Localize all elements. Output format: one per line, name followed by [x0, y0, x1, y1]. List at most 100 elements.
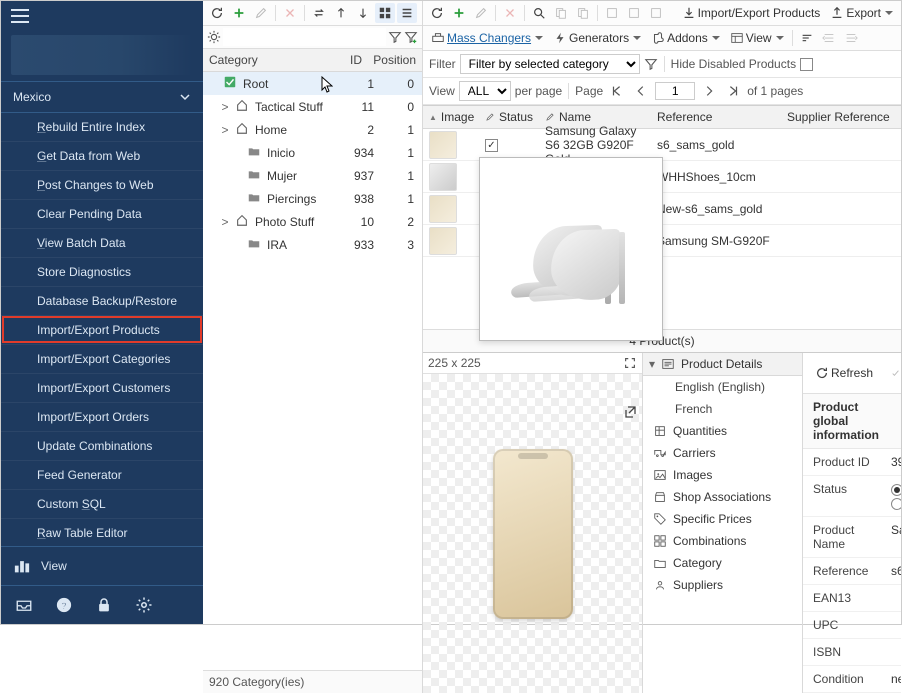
indent-right-button[interactable]: [841, 28, 861, 48]
sidebar-item[interactable]: Store Diagnostics: [1, 257, 203, 286]
refresh-detail-button[interactable]: Refresh: [811, 364, 877, 382]
page-first-button[interactable]: [607, 81, 627, 101]
sidebar-item[interactable]: Import/Export Orders: [1, 402, 203, 431]
filter-icon[interactable]: [644, 57, 658, 71]
category-row[interactable]: >Home21: [203, 118, 422, 141]
detail-nav-item[interactable]: Shop Associations: [643, 486, 802, 508]
category-row[interactable]: >Tactical Stuff110: [203, 95, 422, 118]
gear-icon[interactable]: [135, 596, 153, 614]
import-export-button[interactable]: Import/Export Products: [678, 4, 825, 22]
sidebar-item[interactable]: Custom SQL: [1, 489, 203, 518]
lock-icon[interactable]: [95, 596, 113, 614]
view-menu-button[interactable]: View: [726, 29, 788, 47]
delete-button[interactable]: [500, 3, 520, 23]
task1-button[interactable]: [602, 3, 622, 23]
category-row[interactable]: Root10: [203, 72, 422, 95]
category-tree[interactable]: Root10>Tactical Stuff110>Home21Inicio934…: [203, 72, 422, 670]
col-image[interactable]: ▲Image: [423, 106, 479, 128]
page-last-button[interactable]: [723, 81, 743, 101]
col-position[interactable]: Position: [366, 49, 422, 71]
move-down-button[interactable]: [353, 3, 373, 23]
col-id[interactable]: ID: [316, 49, 366, 71]
sidebar-item[interactable]: View Batch Data: [1, 228, 203, 257]
indent-left-button[interactable]: [819, 28, 839, 48]
detail-nav-item[interactable]: Quantities: [643, 420, 802, 442]
category-row[interactable]: Piercings9381: [203, 187, 422, 210]
move-up-button[interactable]: [331, 3, 351, 23]
mass-changers-menu[interactable]: Mass Changers: [427, 29, 547, 47]
filter-add-icon[interactable]: [404, 30, 418, 44]
preview-canvas[interactable]: [423, 374, 642, 693]
sort-button[interactable]: [797, 28, 817, 48]
edit-button[interactable]: [471, 3, 491, 23]
generators-menu[interactable]: Generators: [549, 29, 645, 47]
menu-toggle[interactable]: [11, 9, 29, 23]
clone-button[interactable]: [573, 3, 593, 23]
expand-icon[interactable]: [623, 356, 637, 370]
detail-nav-item[interactable]: English (English): [643, 376, 802, 398]
export-button[interactable]: Export: [826, 4, 897, 22]
detail-nav-head[interactable]: ▾ Product Details: [643, 353, 802, 376]
gear-icon[interactable]: [207, 30, 221, 44]
filter-select[interactable]: Filter by selected category: [460, 54, 640, 74]
sidebar-item[interactable]: Import/Export Products: [1, 315, 203, 344]
refresh-button[interactable]: [207, 3, 227, 23]
apply-changes-button[interactable]: Apply Changes: [887, 357, 902, 389]
col-category[interactable]: Category: [203, 49, 316, 71]
property-row[interactable]: EAN13: [803, 585, 901, 612]
edit-button[interactable]: [251, 3, 271, 23]
task2-button[interactable]: [624, 3, 644, 23]
delete-button[interactable]: [280, 3, 300, 23]
add-button[interactable]: [449, 3, 469, 23]
add-button[interactable]: [229, 3, 249, 23]
view-menu[interactable]: View: [1, 546, 203, 585]
status-checkbox[interactable]: [485, 139, 498, 152]
col-status[interactable]: Status: [479, 106, 539, 128]
col-supplier-reference[interactable]: Supplier Reference: [781, 106, 901, 128]
sidebar-item[interactable]: Feed Generator: [1, 460, 203, 489]
popout-icon[interactable]: [622, 404, 638, 420]
copy-button[interactable]: [551, 3, 571, 23]
search-button[interactable]: [529, 3, 549, 23]
view-select[interactable]: ALL: [459, 81, 511, 101]
store-selector[interactable]: Mexico: [1, 81, 203, 113]
list-button[interactable]: [397, 3, 417, 23]
product-table-body[interactable]: Samsung Galaxy S6 32GB G920F Golds6_sams…: [423, 129, 901, 329]
category-row[interactable]: Inicio9341: [203, 141, 422, 164]
page-input[interactable]: [655, 82, 695, 100]
grid-button[interactable]: [375, 3, 395, 23]
detail-nav-item[interactable]: Suppliers: [643, 574, 802, 596]
sync-button[interactable]: [309, 3, 329, 23]
addons-menu[interactable]: Addons: [647, 29, 724, 47]
detail-nav-item[interactable]: Category: [643, 552, 802, 574]
property-row[interactable]: Conditionnew: [803, 666, 901, 693]
category-row[interactable]: >Photo Stuff102: [203, 210, 422, 233]
detail-nav-item[interactable]: Images: [643, 464, 802, 486]
col-reference[interactable]: Reference: [651, 106, 781, 128]
sidebar-item[interactable]: Update Combinations: [1, 431, 203, 460]
property-row[interactable]: StatusEnabledDisabled: [803, 476, 901, 517]
detail-nav-item[interactable]: Carriers: [643, 442, 802, 464]
detail-nav-item[interactable]: Combinations: [643, 530, 802, 552]
sidebar-item[interactable]: Rebuild Entire Index: [1, 113, 203, 141]
property-row[interactable]: Product ID3911: [803, 449, 901, 476]
category-row[interactable]: Mujer9371: [203, 164, 422, 187]
sidebar-item[interactable]: Raw Table Editor: [1, 518, 203, 546]
sidebar-item[interactable]: Get Data from Web: [1, 141, 203, 170]
inbox-icon[interactable]: [15, 596, 33, 614]
filter-icon[interactable]: [388, 30, 402, 44]
sidebar-item[interactable]: Import/Export Categories: [1, 344, 203, 373]
help-icon[interactable]: ?: [55, 596, 73, 614]
sidebar-item[interactable]: Clear Pending Data: [1, 199, 203, 228]
sidebar-item[interactable]: Database Backup/Restore: [1, 286, 203, 315]
detail-nav-item[interactable]: French: [643, 398, 802, 420]
property-row[interactable]: References6_sams_gold: [803, 558, 901, 585]
category-row[interactable]: IRA9333: [203, 233, 422, 256]
refresh-button[interactable]: [427, 3, 447, 23]
property-row[interactable]: Product NameSamsung Galaxy S6 32GB G920F…: [803, 517, 901, 558]
sidebar-item[interactable]: Post Changes to Web: [1, 170, 203, 199]
detail-nav-item[interactable]: Specific Prices: [643, 508, 802, 530]
category-filter-input[interactable]: [223, 28, 386, 46]
hide-disabled-checkbox[interactable]: [800, 58, 813, 71]
page-next-button[interactable]: [699, 81, 719, 101]
